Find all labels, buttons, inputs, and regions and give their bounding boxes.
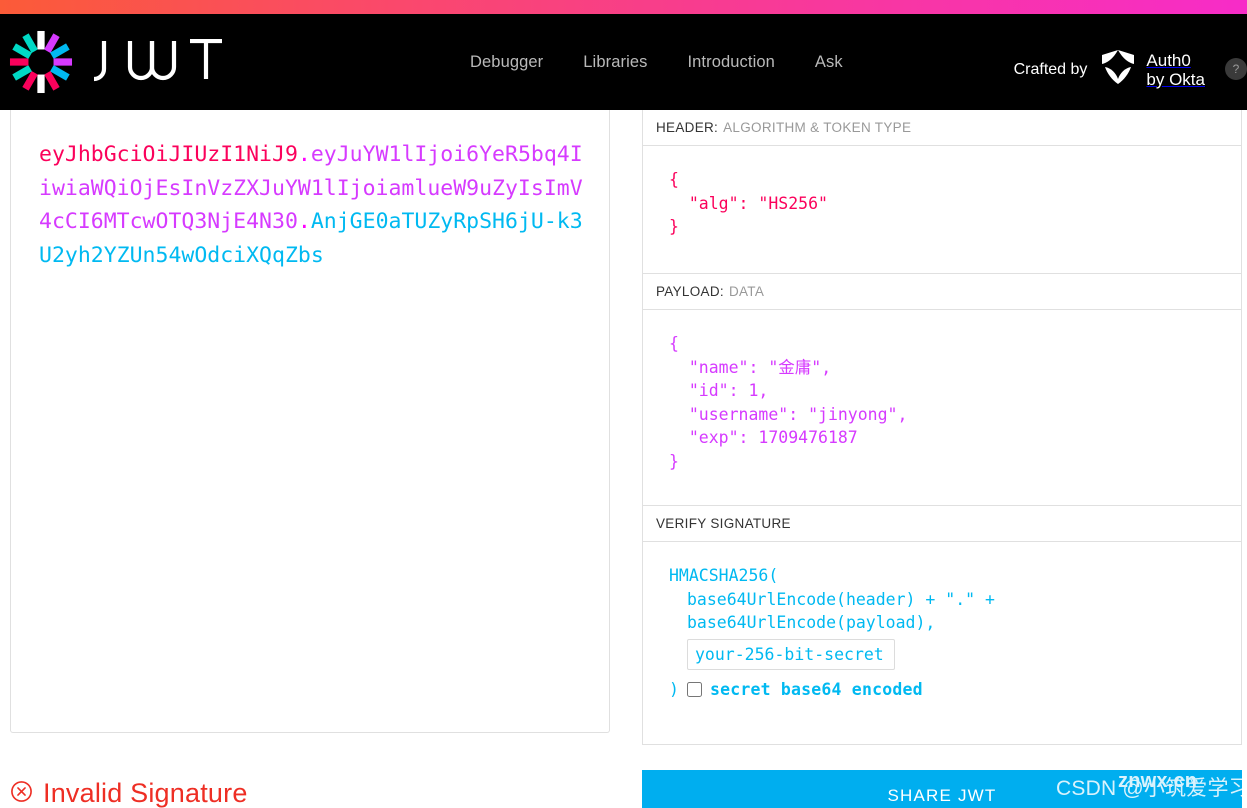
header-sublabel: ALGORITHM & TOKEN TYPE xyxy=(723,120,912,135)
auth0-shield-icon xyxy=(1099,46,1137,93)
payload-json-editor[interactable]: { "name": "金庸", "id": 1, "username": "ji… xyxy=(642,310,1242,506)
hmac-close-paren: ) xyxy=(669,679,679,699)
auth0-link[interactable]: Auth0 by Okta xyxy=(1099,46,1205,93)
payload-sublabel: DATA xyxy=(728,284,765,299)
brand-home-link[interactable] xyxy=(8,29,230,95)
token-header-segment: eyJhbGciOiJIUzI1NiJ9 xyxy=(39,142,298,167)
auth0-wordmark: Auth0 by Okta xyxy=(1146,51,1205,89)
help-button[interactable]: ? xyxy=(1225,58,1247,80)
signature-verifier: HMACSHA256( base64UrlEncode(header) + ".… xyxy=(642,542,1242,745)
jwt-debugger-page: Debugger Libraries Introduction Ask Craf… xyxy=(0,0,1247,808)
debugger-content: eyJhbGciOiJIUzI1NiJ9.eyJuYW1lIjoi6YeR5bq… xyxy=(0,110,1247,808)
token-separator-1: . xyxy=(297,142,311,167)
nav-link-introduction[interactable]: Introduction xyxy=(687,53,774,72)
share-jwt-button[interactable]: SHARE JWT xyxy=(642,770,1242,808)
header-section-title: HEADER: ALGORITHM & TOKEN TYPE xyxy=(642,110,1242,146)
base64-row: ) secret base64 encoded xyxy=(669,678,1223,702)
auth0-byline: by Okta xyxy=(1146,69,1205,89)
header-json-editor[interactable]: { "alg": "HS256" } xyxy=(642,146,1242,274)
secret-base64-checkbox[interactable] xyxy=(686,681,702,697)
signature-status-text: Invalid Signature xyxy=(43,778,248,808)
top-gradient-bar xyxy=(0,0,1247,14)
hmac-header-line: base64UrlEncode(header) + "." + xyxy=(687,589,995,609)
crafted-by-label: Crafted by xyxy=(1013,60,1088,78)
hmac-open-line: HMACSHA256( xyxy=(669,566,779,585)
encoded-token-panel[interactable]: eyJhbGciOiJIUzI1NiJ9.eyJuYW1lIjoi6YeR5bq… xyxy=(10,110,610,733)
crafted-by-block: Crafted by Auth0 by Okta xyxy=(1014,46,1205,93)
nav-link-libraries[interactable]: Libraries xyxy=(583,53,647,72)
signature-label: VERIFY SIGNATURE xyxy=(656,516,791,531)
jwt-starburst-logo-icon xyxy=(8,29,74,95)
signature-status: Invalid Signature xyxy=(10,778,248,808)
payload-label: PAYLOAD: xyxy=(656,284,724,299)
encoded-token-text[interactable]: eyJhbGciOiJIUzI1NiJ9.eyJuYW1lIjoi6YeR5bq… xyxy=(39,138,583,272)
token-separator-2: . xyxy=(297,209,311,234)
jwt-wordmark xyxy=(90,38,230,85)
secret-input[interactable] xyxy=(687,638,895,670)
signature-section: VERIFY SIGNATURE HMACSHA256( base64UrlEn… xyxy=(642,506,1242,745)
decoded-panel: HEADER: ALGORITHM & TOKEN TYPE { "alg": … xyxy=(642,110,1242,808)
auth0-name: Auth0 xyxy=(1146,50,1191,70)
payload-section-title: PAYLOAD: DATA xyxy=(642,274,1242,310)
header-section: HEADER: ALGORITHM & TOKEN TYPE { "alg": … xyxy=(642,110,1242,274)
top-navbar: Debugger Libraries Introduction Ask Craf… xyxy=(0,14,1247,110)
signature-section-title: VERIFY SIGNATURE xyxy=(642,506,1242,542)
nav-link-ask[interactable]: Ask xyxy=(815,53,843,72)
nav-link-debugger[interactable]: Debugger xyxy=(470,53,543,72)
header-label: HEADER: xyxy=(656,120,719,135)
error-circle-x-icon xyxy=(10,780,33,808)
secret-base64-label: secret base64 encoded xyxy=(709,679,923,699)
hmac-payload-line: base64UrlEncode(payload), xyxy=(687,613,936,632)
primary-nav: Debugger Libraries Introduction Ask xyxy=(470,53,843,72)
payload-section: PAYLOAD: DATA { "name": "金庸", "id": 1, "… xyxy=(642,274,1242,506)
